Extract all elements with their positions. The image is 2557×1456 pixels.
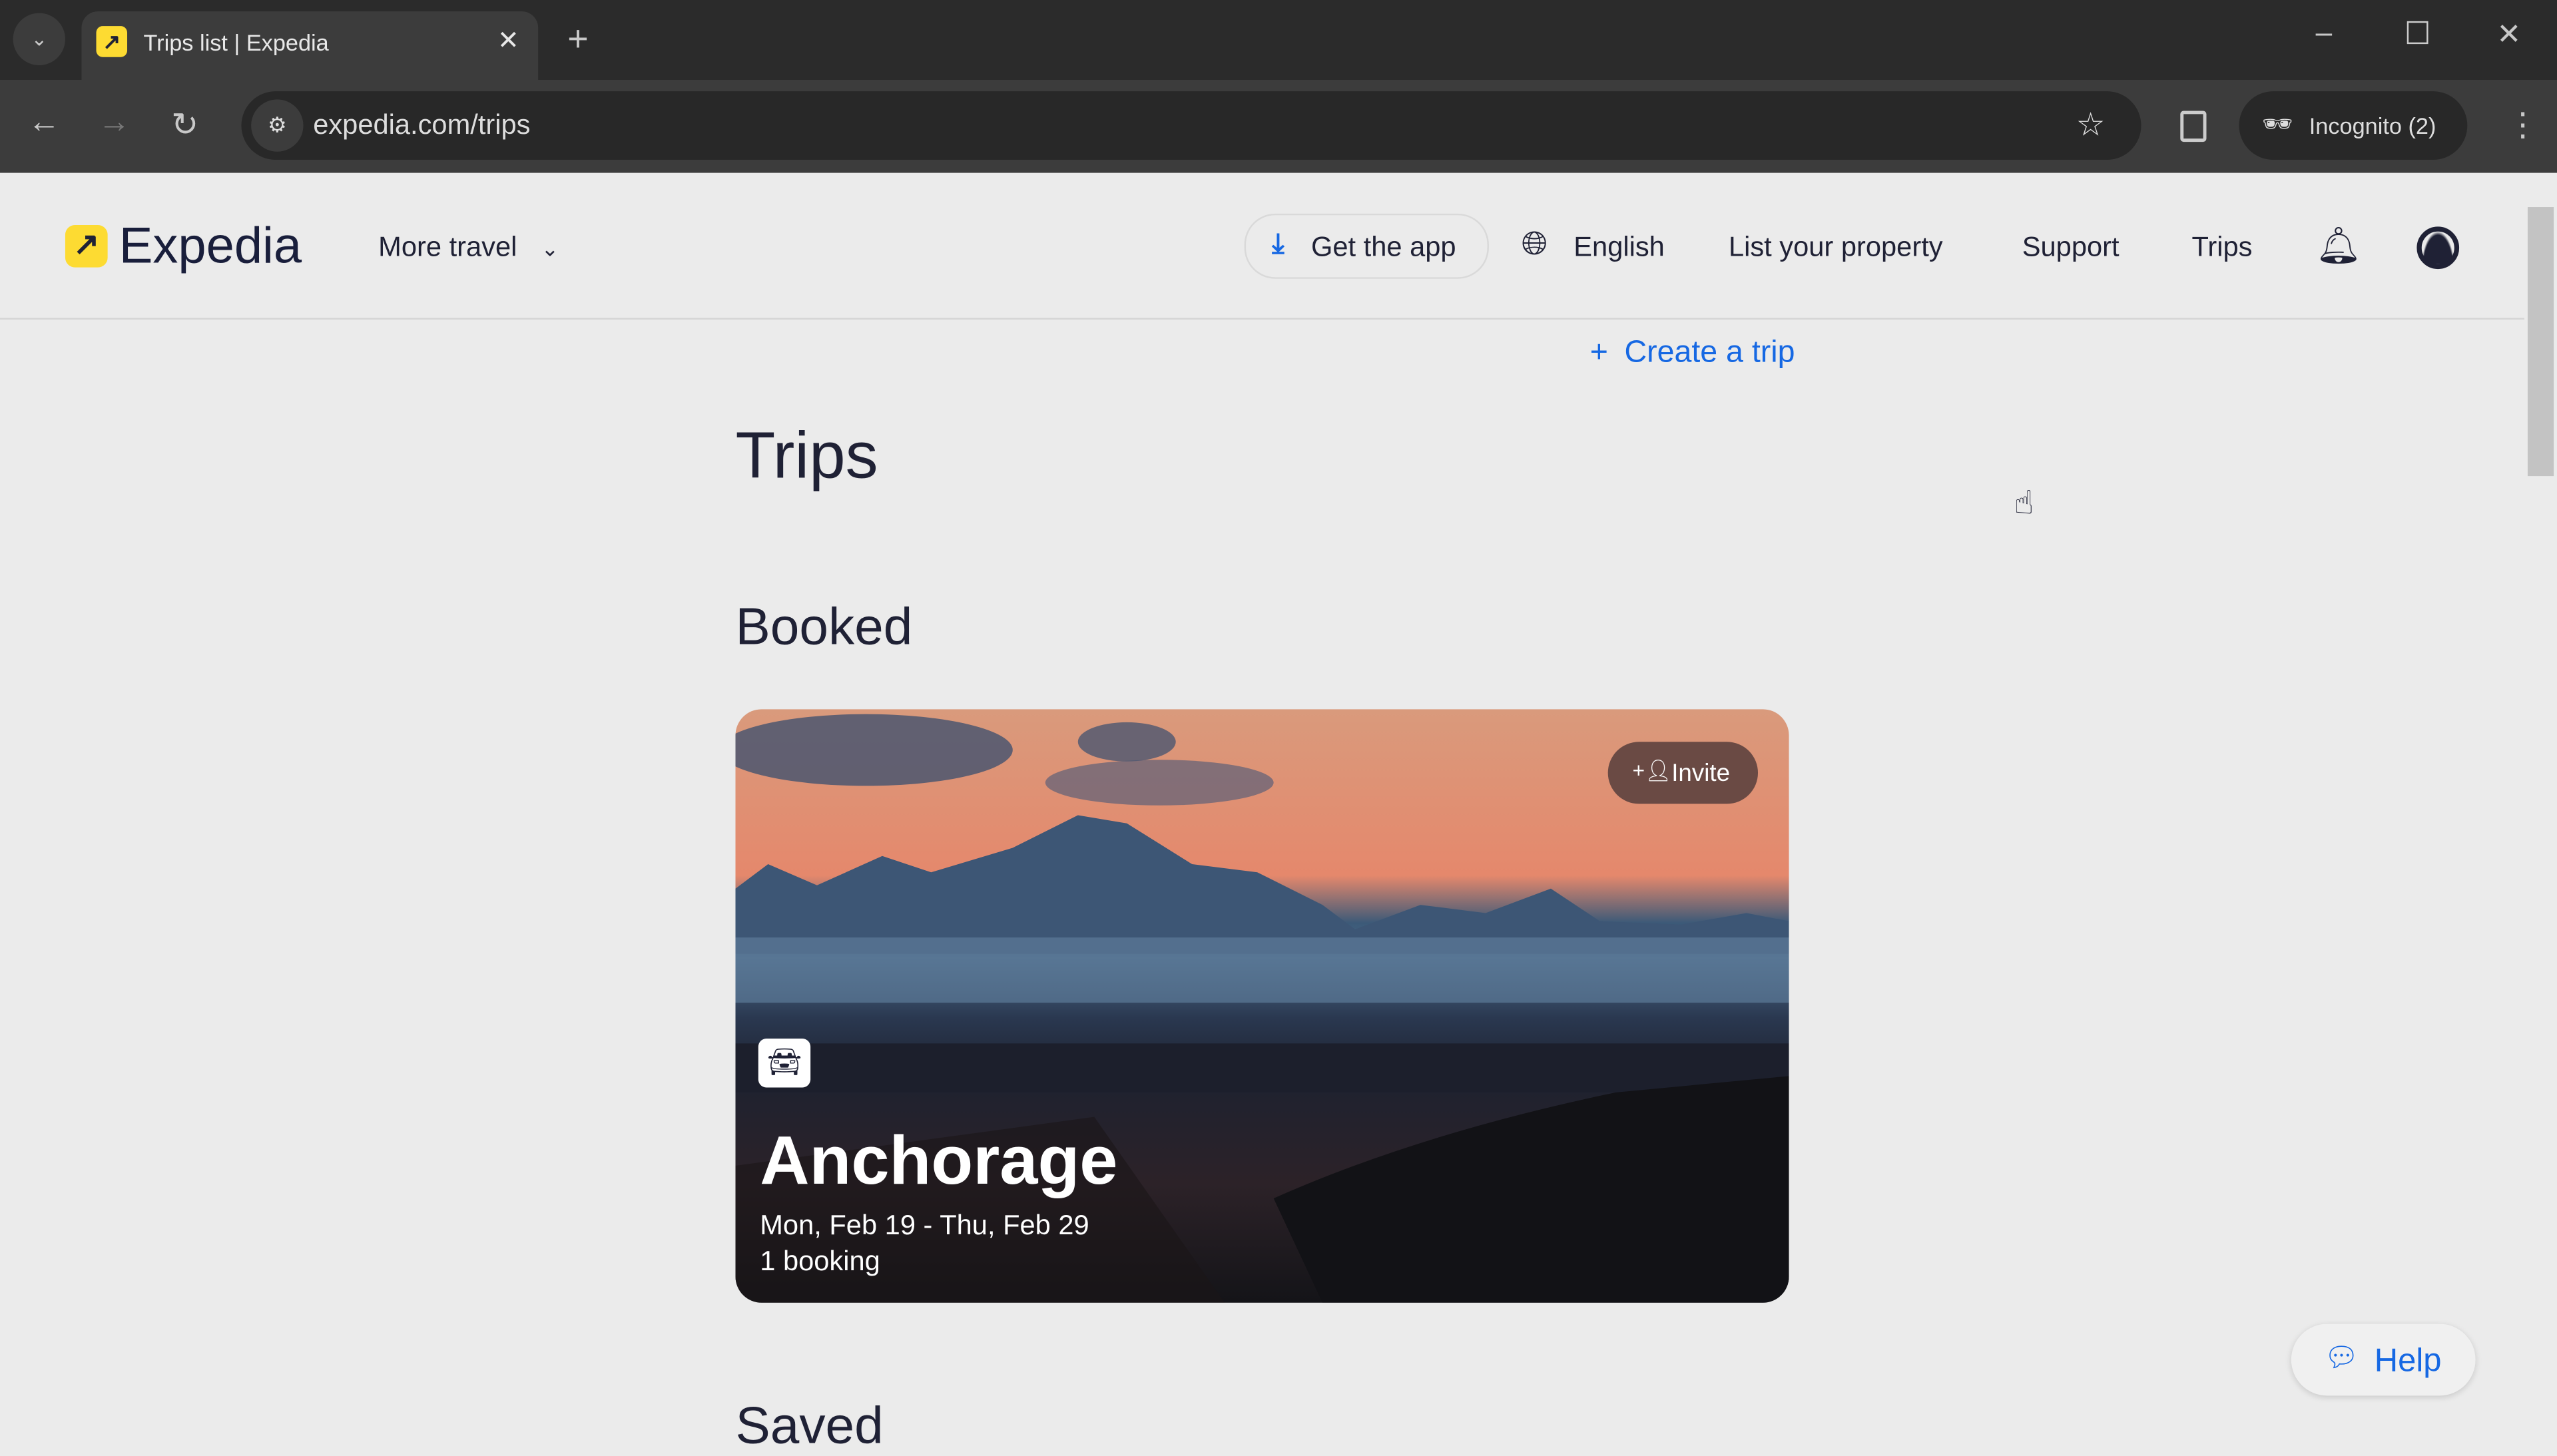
address-bar[interactable]: ⚙ expedia.com/trips ☆ xyxy=(241,91,2141,160)
car-icon: 🚘︎ xyxy=(758,1039,811,1088)
close-tab-icon[interactable]: ✕ xyxy=(497,25,519,57)
incognito-icon: 🕶 xyxy=(2261,111,2293,139)
back-button[interactable]: ← xyxy=(28,105,61,142)
chevron-down-icon: ⌄ xyxy=(541,236,559,261)
download-icon: ⤓ xyxy=(1272,228,1284,260)
help-button[interactable]: 💬︎ Help xyxy=(2291,1324,2476,1396)
browser-menu-icon[interactable]: ⋮ xyxy=(2506,105,2539,145)
more-travel-label: More travel xyxy=(378,231,517,263)
invite-button[interactable]: +👤︎ Invite xyxy=(1607,742,1759,804)
trip-dates: Mon, Feb 19 - Thu, Feb 29 xyxy=(760,1210,1089,1241)
more-travel-menu[interactable]: More travel ⌄ xyxy=(378,232,559,264)
support-link[interactable]: Support xyxy=(2022,232,2120,264)
trips-link[interactable]: Trips xyxy=(2191,232,2252,264)
expedia-favicon: ↗ xyxy=(96,26,128,57)
reload-button[interactable]: ↻ xyxy=(171,105,198,145)
get-app-button[interactable]: ⤓ Get the app xyxy=(1244,213,1489,279)
bookmark-star-icon[interactable]: ☆ xyxy=(2076,105,2106,145)
scrollbar-thumb[interactable] xyxy=(2527,207,2554,477)
account-icon[interactable] xyxy=(2416,226,2460,270)
incognito-label: Incognito (2) xyxy=(2309,112,2436,139)
create-trip-button[interactable]: + Create a trip xyxy=(1590,336,1795,371)
logo-mark-icon: ↗ xyxy=(65,224,108,268)
add-person-icon: +👤︎ xyxy=(1632,758,1672,783)
booked-heading: Booked xyxy=(735,597,913,656)
get-app-label: Get the app xyxy=(1310,231,1456,263)
mouse-cursor-icon: ☝︎ xyxy=(2014,485,2034,522)
language-selector[interactable]: English xyxy=(1573,232,1665,264)
invite-label: Invite xyxy=(1671,760,1731,788)
chat-icon: 💬︎ xyxy=(2323,1341,2359,1373)
help-label: Help xyxy=(2374,1343,2442,1379)
minimize-button[interactable]: – xyxy=(2316,16,2333,50)
globe-icon: 🌐︎ xyxy=(1521,226,1548,263)
trip-bookings: 1 booking xyxy=(760,1246,880,1277)
close-window-button[interactable]: ✕ xyxy=(2496,18,2521,52)
forward-button[interactable]: → xyxy=(98,105,131,142)
url-text[interactable]: expedia.com/trips xyxy=(313,109,530,142)
plus-icon: + xyxy=(1589,336,1608,370)
incognito-button[interactable]: 🕶 Incognito (2) xyxy=(2239,91,2468,160)
tab-title: Trips list | Expedia xyxy=(143,29,329,56)
new-tab-button[interactable]: + xyxy=(567,18,588,61)
tab-search-button[interactable]: ⌄ xyxy=(13,13,65,65)
restore-button[interactable] xyxy=(2407,21,2428,45)
saved-heading: Saved xyxy=(735,1395,884,1455)
page-title: Trips xyxy=(735,420,878,493)
bell-icon[interactable]: 🔔︎ xyxy=(2316,225,2361,268)
list-property-link[interactable]: List your property xyxy=(1729,232,1943,264)
logo-text: Expedia xyxy=(119,216,302,274)
browser-tab[interactable]: ↗ Trips list | Expedia ✕ xyxy=(81,11,539,81)
trip-destination: Anchorage xyxy=(760,1121,1118,1199)
trip-card-anchorage[interactable]: +👤︎ Invite 🚘︎ Anchorage Mon, Feb 19 - Th… xyxy=(735,709,1789,1303)
page-scrollbar[interactable] xyxy=(2524,174,2557,1439)
create-trip-label: Create a trip xyxy=(1624,336,1795,370)
side-panel-icon[interactable] xyxy=(2180,111,2207,142)
site-settings-icon[interactable]: ⚙ xyxy=(251,99,304,152)
